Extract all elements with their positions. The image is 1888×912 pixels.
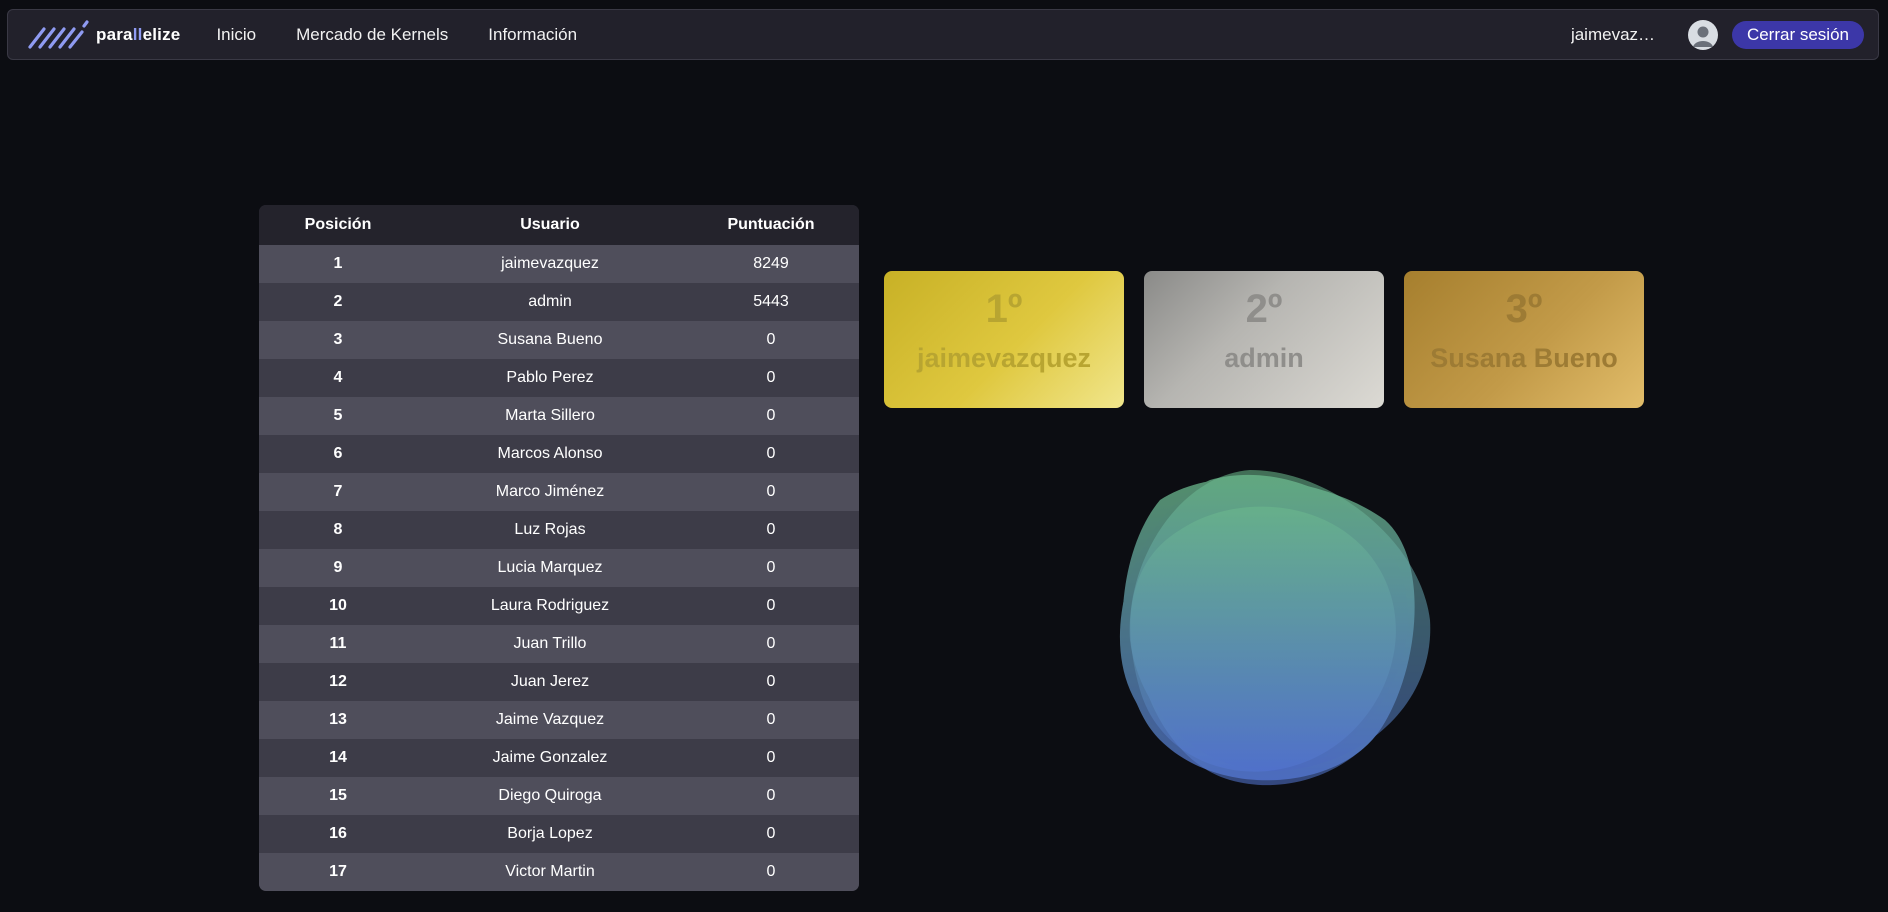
row-user: Jaime Gonzalez (417, 739, 683, 777)
podium-place: 1º (985, 287, 1023, 331)
row-position: 6 (259, 435, 417, 473)
row-user: Victor Martin (417, 853, 683, 891)
row-position: 2 (259, 283, 417, 321)
table-row: 11 Juan Trillo 0 (259, 625, 859, 663)
podium-card-first: 1º jaimevazquez (884, 271, 1124, 408)
podium-name: jaimevazquez (916, 343, 1092, 373)
podium-place: 2º (1245, 287, 1283, 331)
row-position: 3 (259, 321, 417, 359)
table-row: 16 Borja Lopez 0 (259, 815, 859, 853)
table-row: 5 Marta Sillero 0 (259, 397, 859, 435)
row-score: 0 (683, 359, 859, 397)
row-user: jaimevazquez (417, 245, 683, 283)
logout-button[interactable]: Cerrar sesión (1731, 20, 1864, 49)
decorative-blob-graphic (1119, 470, 1431, 786)
table-row: 3 Susana Bueno 0 (259, 321, 859, 359)
podium-card-second: 2º admin (1144, 271, 1384, 408)
row-user: Luz Rojas (417, 511, 683, 549)
podium-place: 3º (1505, 287, 1543, 331)
row-score: 0 (683, 397, 859, 435)
row-user: Marcos Alonso (417, 435, 683, 473)
row-user: Diego Quiroga (417, 777, 683, 815)
table-row: 6 Marcos Alonso 0 (259, 435, 859, 473)
row-position: 16 (259, 815, 417, 853)
column-header-usuario: Usuario (417, 205, 683, 245)
row-user: Lucia Marquez (417, 549, 683, 587)
current-username: jaimevazquez (1570, 24, 1663, 44)
table-row: 9 Lucia Marquez 0 (259, 549, 859, 587)
row-user: Marta Sillero (417, 397, 683, 435)
podium-card-third: 3º Susana Bueno (1404, 271, 1644, 408)
row-position: 10 (259, 587, 417, 625)
row-position: 12 (259, 663, 417, 701)
row-score: 5443 (683, 283, 859, 321)
table-header-row: Posición Usuario Puntuación (259, 205, 859, 245)
ranking-table: Posición Usuario Puntuación 1 jaimevazque… (259, 205, 859, 891)
row-score: 8249 (683, 245, 859, 283)
row-score: 0 (683, 739, 859, 777)
row-position: 17 (259, 853, 417, 891)
podium-name: Susana Bueno (1430, 343, 1618, 373)
row-user: Juan Jerez (417, 663, 683, 701)
table-row: 4 Pablo Perez 0 (259, 359, 859, 397)
row-user: Pablo Perez (417, 359, 683, 397)
row-score: 0 (683, 587, 859, 625)
row-position: 7 (259, 473, 417, 511)
parallelize-logo-icon (28, 19, 89, 49)
top-navbar: parallelize Inicio Mercado de Kernels In… (7, 9, 1879, 60)
table-row: 13 Jaime Vazquez 0 (259, 701, 859, 739)
row-position: 8 (259, 511, 417, 549)
row-position: 11 (259, 625, 417, 663)
nav-link-inicio[interactable]: Inicio (216, 25, 256, 45)
row-position: 5 (259, 397, 417, 435)
podium-name: admin (1224, 343, 1304, 373)
row-user: Jaime Vazquez (417, 701, 683, 739)
row-user: Juan Trillo (417, 625, 683, 663)
row-user: Susana Bueno (417, 321, 683, 359)
table-row: 2 admin 5443 (259, 283, 859, 321)
row-score: 0 (683, 511, 859, 549)
row-score: 0 (683, 663, 859, 701)
row-position: 4 (259, 359, 417, 397)
nav-link-mercado-de-kernels[interactable]: Mercado de Kernels (296, 25, 448, 45)
column-header-puntuacion: Puntuación (683, 205, 859, 245)
row-score: 0 (683, 435, 859, 473)
row-score: 0 (683, 815, 859, 853)
row-user: admin (417, 283, 683, 321)
table-row: 17 Victor Martin 0 (259, 853, 859, 891)
row-score: 0 (683, 549, 859, 587)
row-position: 14 (259, 739, 417, 777)
table-row: 8 Luz Rojas 0 (259, 511, 859, 549)
row-user: Marco Jiménez (417, 473, 683, 511)
table-row: 12 Juan Jerez 0 (259, 663, 859, 701)
row-position: 9 (259, 549, 417, 587)
row-user: Laura Rodriguez (417, 587, 683, 625)
table-row: 1 jaimevazquez 8249 (259, 245, 859, 283)
row-position: 13 (259, 701, 417, 739)
table-row: 14 Jaime Gonzalez 0 (259, 739, 859, 777)
row-score: 0 (683, 321, 859, 359)
table-row: 15 Diego Quiroga 0 (259, 777, 859, 815)
column-header-posicion: Posición (259, 205, 417, 245)
row-score: 0 (683, 777, 859, 815)
user-avatar-icon[interactable] (1687, 19, 1718, 50)
row-position: 1 (259, 245, 417, 283)
table-row: 7 Marco Jiménez 0 (259, 473, 859, 511)
row-score: 0 (683, 625, 859, 663)
brand-name: parallelize (96, 24, 181, 44)
nav-link-informacion[interactable]: Información (488, 25, 577, 45)
row-score: 0 (683, 701, 859, 739)
row-score: 0 (683, 473, 859, 511)
row-user: Borja Lopez (417, 815, 683, 853)
brand-logo[interactable]: parallelize (28, 19, 181, 50)
table-row: 10 Laura Rodriguez 0 (259, 587, 859, 625)
row-score: 0 (683, 853, 859, 891)
row-position: 15 (259, 777, 417, 815)
